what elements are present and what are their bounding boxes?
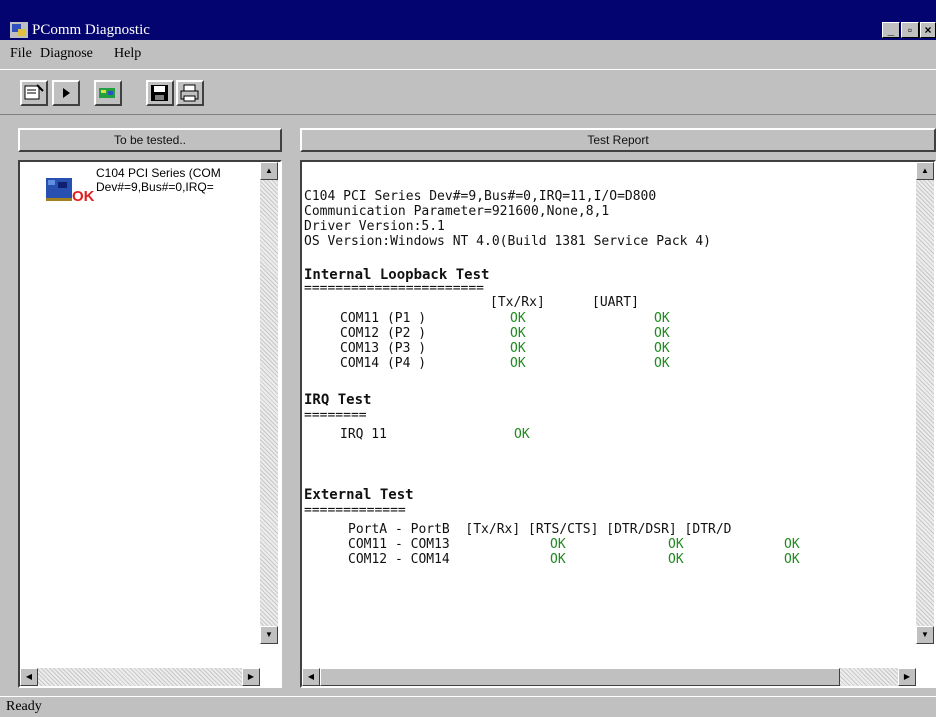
external-row-rts: OK [668, 552, 684, 567]
maximize-button[interactable]: ▫ [901, 22, 919, 38]
external-test-title: External Test [304, 487, 414, 503]
report-info-2: Communication Parameter=921600,None,8,1 [304, 204, 610, 219]
internal-row-port: COM11 (P1 ) [340, 311, 427, 326]
scroll-left-button[interactable]: ◀ [20, 668, 38, 686]
internal-row-txrx: OK [510, 356, 526, 371]
internal-row-uart: OK [654, 341, 670, 356]
properties-icon [24, 84, 44, 100]
ok-badge: OK [72, 188, 95, 205]
report-scroll-up-button[interactable]: ▲ [916, 162, 934, 180]
scroll-down-button[interactable]: ▼ [260, 626, 278, 644]
report-info-1: C104 PCI Series Dev#=9,Bus#=0,IRQ=11,I/O… [304, 189, 657, 204]
internal-row-uart: OK [654, 326, 670, 341]
external-row-txrx: OK [550, 537, 566, 552]
menu-diagnose[interactable]: Diagnose [40, 46, 93, 62]
left-horizontal-scrollbar[interactable]: ◀ ▶ [20, 668, 260, 686]
irq-result: OK [514, 427, 530, 442]
external-row-dtr: OK [784, 537, 800, 552]
run-icon [63, 88, 70, 98]
report-scroll-down-button[interactable]: ▼ [916, 626, 934, 644]
external-row-dtr: OK [784, 552, 800, 567]
properties-button[interactable] [20, 80, 48, 106]
test-report: C104 PCI Series Dev#=9,Bus#=0,IRQ=11,I/O… [300, 160, 936, 688]
minimize-button[interactable]: _ [882, 22, 900, 38]
status-text: Ready [6, 699, 42, 714]
report-scroll-thumb[interactable] [320, 668, 840, 686]
external-row-rts: OK [668, 537, 684, 552]
print-button[interactable] [176, 80, 204, 106]
run-button[interactable] [52, 80, 80, 106]
scroll-right-button[interactable]: ▶ [242, 668, 260, 686]
internal-test-title: Internal Loopback Test [304, 267, 490, 283]
status-bar: Ready [0, 696, 936, 717]
irq-label: IRQ 11 [340, 427, 387, 442]
device-label-line1: C104 PCI Series (COM [96, 166, 221, 180]
device-label[interactable]: C104 PCI Series (COM Dev#=9,Bus#=0,IRQ= [96, 166, 252, 194]
menu-help[interactable]: Help [114, 46, 141, 62]
external-row-txrx: OK [550, 552, 566, 567]
left-vertical-scrollbar[interactable]: ▲ ▼ [260, 162, 278, 644]
right-panel-header: Test Report [300, 128, 936, 152]
internal-col-txrx: [Tx/Rx] [490, 295, 545, 310]
report-scroll-right-button[interactable]: ▶ [898, 668, 916, 686]
internal-row-txrx: OK [510, 311, 526, 326]
external-test-rule: ============= [304, 503, 406, 518]
menu-bar: File Diagnose Help [0, 41, 936, 65]
irq-test-title: IRQ Test [304, 392, 372, 408]
internal-row-uart: OK [654, 311, 670, 326]
internal-row-txrx: OK [510, 326, 526, 341]
window-title: PComm Diagnostic [32, 22, 150, 38]
close-button[interactable]: × [920, 22, 936, 38]
internal-row-txrx: OK [510, 341, 526, 356]
app-icon [10, 22, 28, 38]
title-bar: PComm Diagnostic _ ▫ × [0, 0, 936, 40]
device-label-line2: Dev#=9,Bus#=0,IRQ= [96, 180, 214, 194]
device-item[interactable]: OK [44, 170, 102, 206]
toolbar [0, 69, 936, 115]
report-vertical-scrollbar[interactable]: ▲ ▼ [916, 162, 934, 644]
save-button[interactable] [146, 80, 174, 106]
add-board-button[interactable] [94, 80, 122, 106]
left-panel-header: To be tested.. [18, 128, 282, 152]
report-info-4: OS Version:Windows NT 4.0(Build 1381 Ser… [304, 234, 711, 249]
device-list: OK C104 PCI Series (COM Dev#=9,Bus#=0,IR… [18, 160, 282, 688]
external-row-pair: COM11 - COM13 [348, 537, 450, 552]
report-horizontal-scrollbar[interactable]: ◀ ▶ [302, 668, 916, 686]
save-icon [151, 85, 168, 101]
menu-file[interactable]: File [10, 46, 32, 62]
external-row-pair: COM12 - COM14 [348, 552, 450, 567]
report-info-3: Driver Version:5.1 [304, 219, 445, 234]
external-header: PortA - PortB [Tx/Rx] [RTS/CTS] [DTR/DSR… [348, 522, 732, 537]
internal-row-port: COM13 (P3 ) [340, 341, 427, 356]
irq-test-rule: ======== [304, 408, 367, 423]
report-scroll-left-button[interactable]: ◀ [302, 668, 320, 686]
scroll-up-button[interactable]: ▲ [260, 162, 278, 180]
add-board-icon [99, 88, 115, 98]
internal-col-uart: [UART] [592, 295, 639, 310]
internal-row-port: COM12 (P2 ) [340, 326, 427, 341]
internal-test-rule: ======================= [304, 281, 485, 296]
print-icon [180, 84, 199, 102]
internal-row-port: COM14 (P4 ) [340, 356, 427, 371]
internal-row-uart: OK [654, 356, 670, 371]
